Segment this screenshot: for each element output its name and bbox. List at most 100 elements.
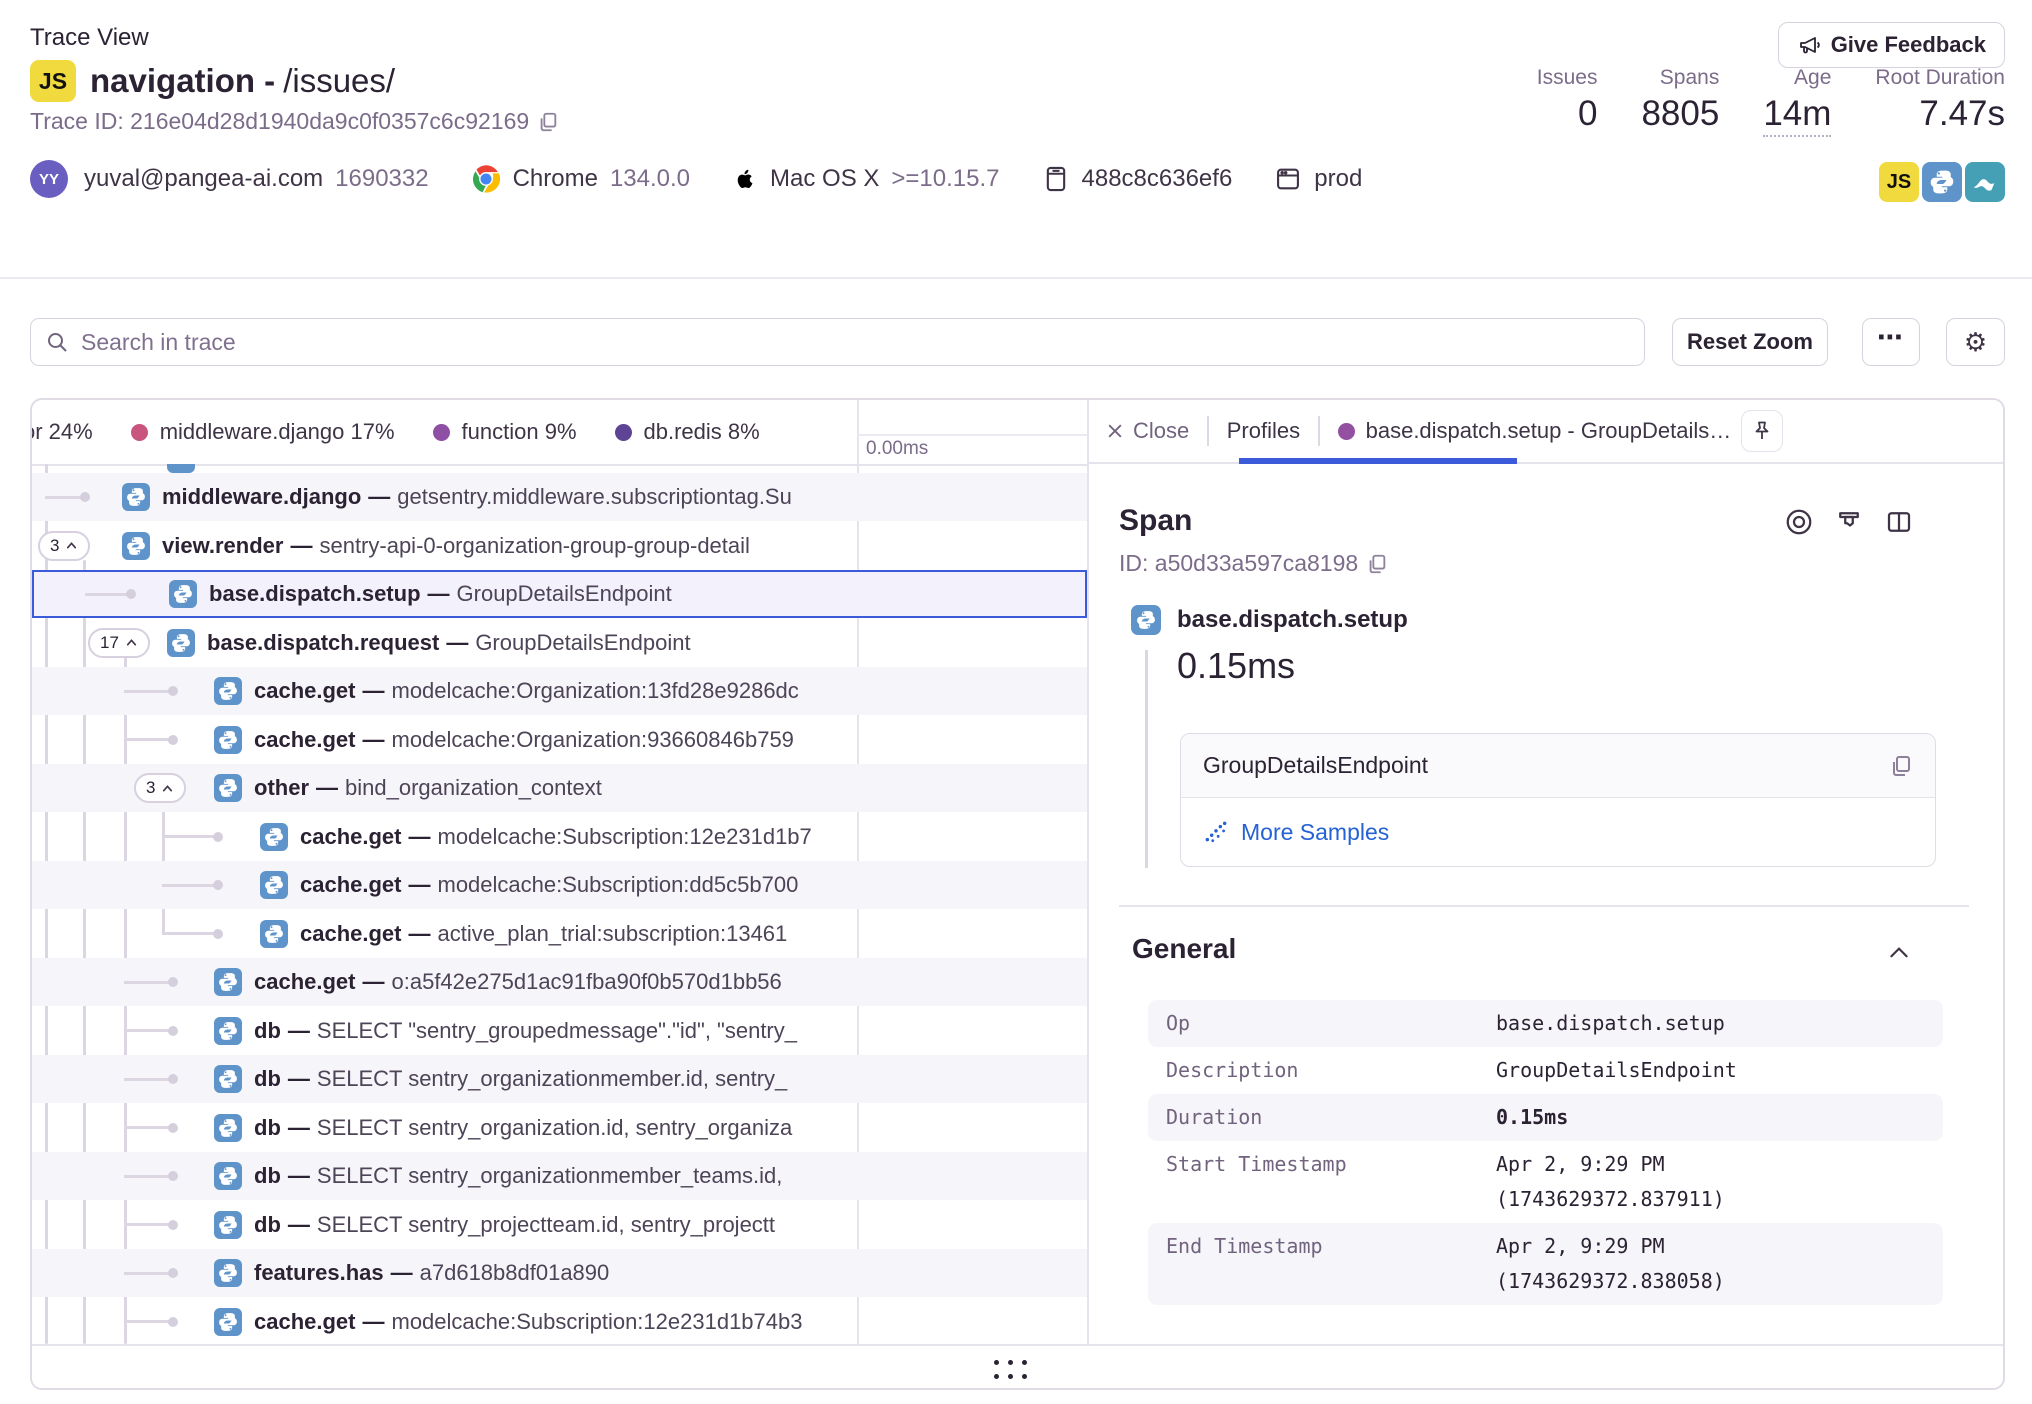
collapse-chevron-icon[interactable]: [1886, 940, 1912, 966]
avatar: YY: [30, 160, 68, 198]
give-feedback-label: Give Feedback: [1831, 32, 1986, 58]
span-row-label: view.render—sentry-api-0-organization-gr…: [162, 533, 857, 559]
span-row-base.dispatch.setup[interactable]: base.dispatch.setup—GroupDetailsEndpoint: [32, 570, 1087, 619]
focus-span-icon[interactable]: [1783, 506, 1815, 538]
header-divider: [0, 277, 2032, 279]
span-description: modelcache:Organization:13fd28e9286dc: [392, 678, 799, 703]
span-row-middleware.django[interactable]: middleware.django—getsentry.middleware.s…: [32, 473, 1087, 522]
span-row-cache.get[interactable]: cache.get—modelcache:Subscription:dd5c5b…: [32, 861, 1087, 910]
span-description: SELECT sentry_organizationmember.id, sen…: [317, 1066, 787, 1091]
span-row-label: db—SELECT sentry_organization.id, sentry…: [254, 1115, 857, 1141]
legend-item: function 9%: [433, 419, 577, 445]
span-id: ID: a50d33a597ca8198: [1119, 550, 1388, 577]
more-options-button[interactable]: ⋯: [1862, 318, 1920, 366]
filter-icon[interactable]: [1833, 506, 1865, 538]
span-row-cache.get[interactable]: cache.get — active_plan_trial:subscription…: [32, 909, 1087, 958]
span-description: modelcache:Subscription:12e231d1b7: [438, 824, 812, 849]
more-samples-link[interactable]: More Samples: [1241, 819, 1389, 846]
span-op: cache.get: [300, 921, 402, 946]
span-op: db: [254, 1115, 281, 1140]
tree-connector-line: [124, 1078, 173, 1081]
span-description: SELECT sentry_organizationmember_teams.i…: [317, 1163, 782, 1188]
copy-icon[interactable]: [1889, 754, 1913, 778]
tree-connector-line: [124, 1029, 173, 1032]
span-description: o:a5f42e275d1ac91fba90f0b570d1bb56: [392, 969, 782, 994]
panel-resize-footer: [32, 1344, 2005, 1390]
layout-columns-icon[interactable]: [1883, 506, 1915, 538]
stat-label: Spans: [1660, 66, 1720, 90]
span-row-db[interactable]: db—SELECT sentry_projectteam.id, sentry_…: [32, 1200, 1087, 1249]
close-tab[interactable]: Close: [1105, 418, 1189, 444]
span-row-cache.get[interactable]: cache.get—modelcache:Organization:13fd28…: [32, 667, 1087, 716]
reset-zoom-button[interactable]: Reset Zoom: [1672, 318, 1828, 366]
trace-waterfall-card: or 24%middleware.django 17%function 9%db…: [30, 398, 2005, 1390]
breadcrumb: Trace View: [30, 24, 149, 52]
python-icon: [214, 1211, 242, 1239]
span-row-label: db—SELECT sentry_projectteam.id, sentry_…: [254, 1212, 857, 1238]
expand-collapse-pill[interactable]: 3: [38, 531, 90, 561]
tree-connector-dot: [168, 686, 178, 696]
span-heading: Span: [1119, 504, 1192, 538]
op-desc-separator: —: [446, 630, 468, 655]
python-icon: [167, 629, 195, 657]
environment: prod: [1314, 165, 1362, 193]
op-desc-separator: —: [288, 1115, 310, 1140]
stat-value: 8805: [1641, 94, 1719, 134]
span-row-other[interactable]: 3other—bind_organization_context: [32, 764, 1087, 813]
legend-dot: [615, 424, 632, 441]
settings-gear-button[interactable]: ⚙: [1946, 318, 2005, 366]
op-desc-separator: —: [409, 921, 431, 946]
user-email: yuval@pangea-ai.com: [84, 165, 323, 193]
stat-issues: Issues0: [1537, 66, 1598, 137]
tree-connector-line: [124, 738, 173, 741]
copy-icon[interactable]: [537, 111, 559, 133]
span-row-cache.get[interactable]: cache.get—o:a5f42e275d1ac91fba90f0b570d1…: [32, 958, 1087, 1007]
python-icon: [214, 677, 242, 705]
python-icon: [214, 726, 242, 754]
pin-tab-button[interactable]: [1741, 410, 1783, 452]
tree-connector-line: [162, 884, 218, 887]
close-icon: [1105, 421, 1125, 441]
span-op: cache.get: [254, 678, 356, 703]
span-row-label: features.has—a7d618b8df01a890: [254, 1260, 857, 1286]
give-feedback-button[interactable]: Give Feedback: [1778, 22, 2005, 68]
tree-connector-dot: [168, 735, 178, 745]
span-row-db[interactable]: db—SELECT sentry_organizationmember.id, …: [32, 1055, 1087, 1104]
kv-row-end-timestamp: End TimestampApr 2, 9:29 PM(1743629372.8…: [1148, 1223, 1943, 1305]
expand-collapse-pill[interactable]: 17: [88, 628, 150, 658]
search-input[interactable]: [79, 328, 1630, 357]
pin-icon: [1750, 419, 1774, 443]
copy-icon[interactable]: [1366, 553, 1388, 575]
span-description: modelcache:Organization:93660846b759: [392, 727, 794, 752]
stat-age: Age14m: [1763, 66, 1831, 137]
os-name: Mac OS X: [770, 165, 879, 193]
expand-collapse-pill[interactable]: 3: [134, 773, 186, 803]
span-description: active_plan_trial:subscription:13461: [438, 921, 788, 946]
span-row-db[interactable]: db—SELECT sentry_organizationmember_team…: [32, 1152, 1087, 1201]
span-row-view.render[interactable]: 3 view.render—sentry-api-0-organization-g…: [32, 521, 1087, 570]
span-op: db: [254, 1018, 281, 1043]
tree-connector-dot: [168, 1074, 178, 1084]
resize-drag-handle[interactable]: [994, 1360, 1027, 1379]
span-row-label: cache.get—modelcache:Organization:936608…: [254, 727, 857, 753]
span-row-features.has[interactable]: features.has—a7d618b8df01a890: [32, 1249, 1087, 1298]
span-row-db[interactable]: db—SELECT "sentry_groupedmessage"."id", …: [32, 1006, 1087, 1055]
span-row-base.dispatch.request[interactable]: 17base.dispatch.request—GroupDetailsEndp…: [32, 618, 1087, 667]
span-op: cache.get: [254, 969, 356, 994]
trace-search: [30, 318, 1645, 366]
span-row-cache.get[interactable]: cache.get—modelcache:Organization:936608…: [32, 715, 1087, 764]
span-row-db[interactable]: db—SELECT sentry_organization.id, sentry…: [32, 1103, 1087, 1152]
span-row-cache.get[interactable]: cache.get—modelcache:Subscription:12e231…: [32, 1297, 1087, 1344]
stat-root-duration: Root Duration7.47s: [1875, 66, 2005, 137]
tree-connector-dot: [168, 1123, 178, 1133]
tree-connector-line: [124, 1320, 173, 1323]
profiles-tab[interactable]: Profiles: [1227, 418, 1300, 444]
span-row-cache.get[interactable]: cache.get—modelcache:Subscription:12e231…: [32, 812, 1087, 861]
op-desc-separator: —: [288, 1066, 310, 1091]
span-duration: 0.15ms: [1177, 645, 1295, 687]
transaction-path: /issues/: [283, 62, 395, 99]
tree-connector-line: [124, 690, 173, 693]
tree-connector-dot: [213, 832, 223, 842]
legend-label: or 24%: [32, 419, 93, 445]
active-span-tab[interactable]: base.dispatch.setup - GroupDetails…: [1338, 418, 1732, 444]
